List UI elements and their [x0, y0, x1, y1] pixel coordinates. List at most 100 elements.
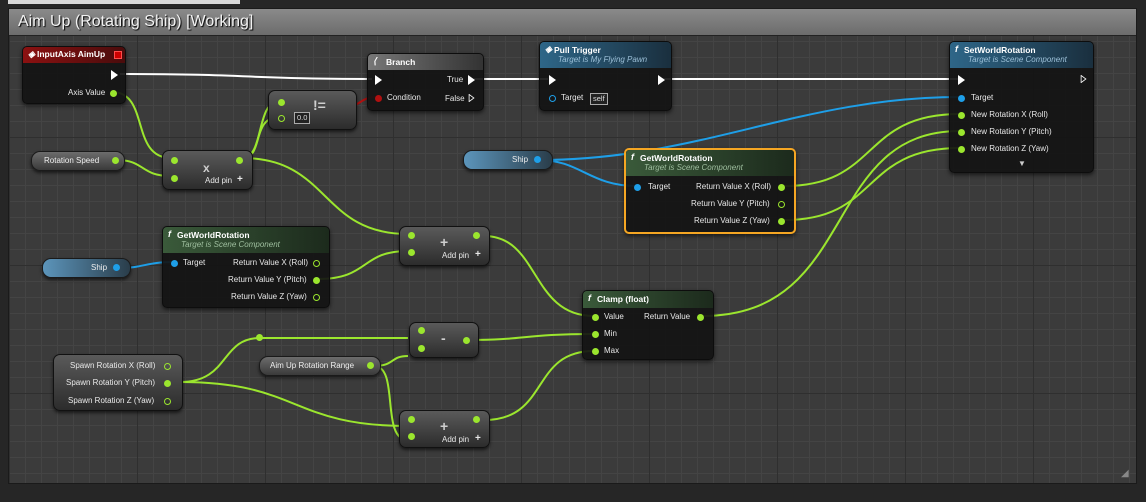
ship-pin-2[interactable] [113, 264, 120, 271]
set-exec-out-pin[interactable] [1080, 75, 1087, 83]
add2-symbol: + [440, 418, 449, 434]
getrot2-x-pin[interactable] [313, 260, 320, 267]
multiply-node[interactable]: x Add pin + [162, 150, 253, 190]
add1-b-pin[interactable] [408, 249, 415, 256]
set-yaw-pin[interactable] [958, 146, 965, 153]
getrot-sel-y-label: Return Value Y (Pitch) [691, 199, 770, 208]
aim-up-range-label: Aim Up Rotation Range [270, 361, 355, 370]
add1-symbol: + [440, 234, 449, 250]
trigger-exec-out-pin[interactable] [658, 75, 665, 85]
trigger-target-label: Target [561, 93, 584, 102]
compare-b-value[interactable]: 0.0 [294, 112, 311, 124]
getrot-sel-y-pin[interactable] [778, 201, 785, 208]
add2-out-pin[interactable] [473, 416, 480, 423]
clamp-return-label: Return Value [644, 312, 691, 321]
set-pitch-pin[interactable] [958, 129, 965, 136]
set-pitch-label: New Rotation Y (Pitch) [971, 127, 1052, 136]
multiply-a-pin[interactable] [171, 157, 178, 164]
input-axis-title: InputAxis AimUp [37, 49, 106, 59]
clamp-max-pin[interactable] [592, 348, 599, 355]
multiply-b-pin[interactable] [171, 175, 178, 182]
subtract-a-pin[interactable] [418, 327, 425, 334]
trigger-target-pin[interactable] [549, 95, 556, 102]
clamp-value-pin[interactable] [592, 314, 599, 321]
pull-trigger-title: Pull Trigger [554, 45, 601, 55]
clamp-value-label: Value [604, 312, 624, 321]
exec-out-pin[interactable] [111, 70, 118, 80]
add-node-1[interactable]: + Add pin + [399, 226, 490, 266]
branch-exec-in-pin[interactable] [375, 75, 382, 85]
subtract-symbol: - [441, 330, 446, 346]
function-icon: f [168, 229, 171, 239]
getrot-sel-x-pin[interactable] [778, 184, 785, 191]
branch-icon: ⟨ [373, 56, 377, 66]
spawn-y-pin[interactable] [164, 380, 171, 387]
branch-true-pin[interactable] [468, 75, 475, 85]
getrot2-target-pin[interactable] [171, 260, 178, 267]
function-icon: f [588, 293, 591, 303]
subtract-node[interactable]: - [409, 322, 479, 358]
add2-a-pin[interactable] [408, 416, 415, 423]
trigger-exec-in-pin[interactable] [549, 75, 556, 85]
clamp-float-node[interactable]: f Clamp (float) Value Return Value Min M… [582, 290, 714, 360]
node-delete-icon[interactable] [114, 51, 122, 59]
add-node-2[interactable]: + Add pin + [399, 410, 490, 448]
compare-a-pin[interactable] [278, 99, 285, 106]
subtract-b-pin[interactable] [418, 345, 425, 352]
getrot2-y-label: Return Value Y (Pitch) [228, 275, 307, 284]
clamp-max-label: Max [604, 346, 620, 355]
set-roll-pin[interactable] [958, 112, 965, 119]
get-world-rotation-selected-node[interactable]: f GetWorldRotation Target is Scene Compo… [624, 148, 796, 234]
getrot-sel-z-label: Return Value Z (Yaw) [694, 216, 770, 225]
rotation-speed-variable[interactable]: Rotation Speed [31, 151, 125, 171]
clamp-min-pin[interactable] [592, 331, 599, 338]
add1-out-pin[interactable] [473, 232, 480, 239]
ship-variable-2[interactable]: Ship [42, 258, 131, 278]
add2-b-pin[interactable] [408, 433, 415, 440]
not-equal-node[interactable]: 0.0 != [268, 90, 357, 130]
multiply-add-pin-label[interactable]: Add pin [205, 176, 232, 185]
pull-trigger-node[interactable]: ◈ Pull Trigger Target is My Flying Pawn … [539, 41, 672, 111]
aim-up-range-variable[interactable]: Aim Up Rotation Range [259, 356, 381, 376]
rotation-speed-pin[interactable] [112, 157, 119, 164]
branch-condition-pin[interactable] [375, 95, 382, 102]
add2-add-pin-label[interactable]: Add pin [442, 435, 469, 444]
spawn-x-pin[interactable] [164, 363, 171, 370]
add-pin-icon[interactable]: + [475, 433, 481, 444]
axis-value-pin[interactable] [110, 90, 117, 97]
set-exec-in-pin[interactable] [958, 75, 965, 85]
getrot2-z-pin[interactable] [313, 294, 320, 301]
branch-node[interactable]: ⟨ Branch True Condition False [367, 53, 484, 111]
set-target-pin[interactable] [958, 95, 965, 102]
set-world-rotation-node[interactable]: f SetWorldRotation Target is Scene Compo… [949, 41, 1094, 173]
getrot-sel-target-pin[interactable] [634, 184, 641, 191]
graph-title: Aim Up (Rotating Ship) [Working] [18, 13, 254, 30]
clamp-return-pin[interactable] [697, 314, 704, 321]
ship-variable-1[interactable]: Ship [463, 150, 553, 170]
add1-a-pin[interactable] [408, 232, 415, 239]
add-pin-icon[interactable]: + [237, 174, 243, 185]
spawn-rotation-node[interactable]: Spawn Rotation X (Roll) Spawn Rotation Y… [53, 354, 183, 411]
getrot2-z-label: Return Value Z (Yaw) [231, 292, 307, 301]
input-axis-node[interactable]: ◈ InputAxis AimUp Axis Value [22, 46, 126, 104]
compare-b-pin[interactable] [278, 115, 285, 122]
spawn-z-pin[interactable] [164, 398, 171, 405]
reroute-knot[interactable] [256, 334, 263, 341]
multiply-symbol: x [203, 161, 210, 175]
function-icon: f [955, 44, 958, 54]
get-world-rotation-node-2[interactable]: f GetWorldRotation Target is Scene Compo… [162, 226, 330, 308]
trigger-target-value[interactable]: self [590, 93, 608, 105]
spawn-x-label: Spawn Rotation X (Roll) [70, 361, 156, 370]
aim-up-range-pin[interactable] [367, 362, 374, 369]
branch-false-pin[interactable] [468, 94, 475, 102]
getrot2-y-pin[interactable] [313, 277, 320, 284]
add1-add-pin-label[interactable]: Add pin [442, 251, 469, 260]
set-roll-label: New Rotation X (Roll) [971, 110, 1048, 119]
subtract-out-pin[interactable] [463, 337, 470, 344]
resize-grip-icon[interactable]: ◢ [1121, 468, 1129, 479]
getrot-sel-z-pin[interactable] [778, 218, 785, 225]
multiply-out-pin[interactable] [236, 157, 243, 164]
expand-arrow-icon[interactable]: ▼ [1018, 159, 1026, 168]
ship-pin-1[interactable] [534, 156, 541, 163]
add-pin-icon[interactable]: + [475, 249, 481, 260]
